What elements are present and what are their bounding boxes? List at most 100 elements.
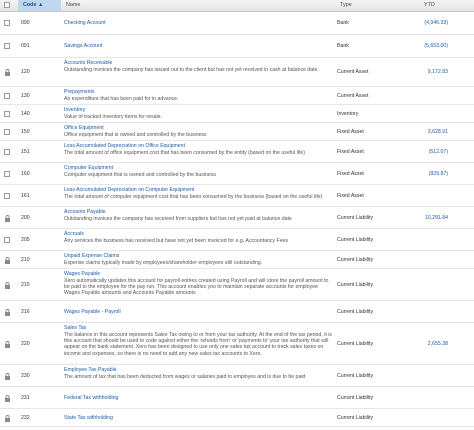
account-name-link[interactable]: Federal Tax withholding xyxy=(64,395,334,402)
account-code: 091 xyxy=(21,43,30,49)
ytd-balance[interactable]: (4,946.33) xyxy=(424,20,448,26)
account-name-link[interactable]: State Tax withholding xyxy=(64,415,334,422)
account-name-link[interactable]: Accounts Receivable xyxy=(64,60,334,67)
account-name-cell: Computer Equipment Computer equipment tha… xyxy=(64,165,334,178)
account-name-link[interactable]: Wages Payable - Payroll xyxy=(64,309,334,316)
account-code: 220 xyxy=(21,341,30,347)
account-type: Current Liability xyxy=(337,415,374,421)
row-checkbox[interactable] xyxy=(4,111,10,117)
account-code: 140 xyxy=(21,111,30,117)
account-code: 200 xyxy=(21,215,30,221)
table-row[interactable]: 231 Federal Tax withholding Current Liabil… xyxy=(0,387,474,409)
account-name-link[interactable]: Sales Tax xyxy=(64,325,334,332)
account-description: The balance in this account represents S… xyxy=(64,332,332,357)
account-type: Fixed Asset xyxy=(337,149,364,155)
account-description: Expense claims typically made by employe… xyxy=(64,260,263,266)
row-checkbox[interactable] xyxy=(4,149,10,155)
table-row[interactable]: 090 Checking Account Bank (4,946.33) xyxy=(0,12,474,35)
account-name-link[interactable]: Less Accumulated Depreciation on Office … xyxy=(64,143,334,150)
select-all-checkbox[interactable] xyxy=(4,2,10,8)
lock-icon xyxy=(4,69,11,76)
account-type: Bank xyxy=(337,43,349,49)
account-name-link[interactable]: Accruals xyxy=(64,231,334,238)
ytd-balance[interactable]: 2,655.38 xyxy=(428,341,448,347)
account-description: Any services the business has received b… xyxy=(64,238,289,244)
account-description: The total amount of office equipment cos… xyxy=(64,150,305,156)
ytd-balance[interactable]: 10,291.84 xyxy=(425,215,448,221)
row-checkbox[interactable] xyxy=(4,171,10,177)
ytd-column-header[interactable]: YTD xyxy=(424,0,435,11)
grid-header: Code ▲ Name Type YTD xyxy=(0,0,474,12)
row-checkbox[interactable] xyxy=(4,193,10,199)
account-type: Current Liability xyxy=(337,395,374,401)
account-name-link[interactable]: Prepayments xyxy=(64,89,334,96)
row-checkbox[interactable] xyxy=(4,93,10,99)
table-row[interactable]: 215 Wages Payable Xero automatically updat… xyxy=(0,269,474,301)
account-description: The amount of tax that has been deducted… xyxy=(64,374,306,380)
account-code: 161 xyxy=(21,193,30,199)
account-name-link[interactable]: Employee Tax Payable xyxy=(64,367,334,374)
ytd-balance[interactable]: (5,653.00) xyxy=(424,43,448,49)
ytd-balance[interactable]: 3,628.91 xyxy=(428,129,448,135)
account-name-cell: Accruals Any services the business has re… xyxy=(64,231,334,244)
account-type: Fixed Asset xyxy=(337,129,364,135)
row-checkbox[interactable] xyxy=(4,129,10,135)
account-name-cell: Wages Payable Xero automatically updates … xyxy=(64,271,334,297)
accounts-grid: Code ▲ Name Type YTD 090 Checking Account… xyxy=(0,0,474,427)
account-code: 215 xyxy=(21,282,30,288)
table-row[interactable]: 091 Savings Account Bank (5,653.00) xyxy=(0,35,474,58)
account-description: The total amount of computer equipment c… xyxy=(64,194,323,200)
ytd-balance[interactable]: (829.87) xyxy=(429,171,448,177)
table-row[interactable]: 140 Inventory Value of tracked inventory i… xyxy=(0,105,474,123)
account-code: 120 xyxy=(21,69,30,75)
account-name-link[interactable]: Checking Account xyxy=(64,20,334,27)
account-name-link[interactable]: Office Equipment xyxy=(64,125,334,132)
account-type: Current Liability xyxy=(337,373,374,379)
table-row[interactable]: 205 Accruals Any services the business has… xyxy=(0,229,474,251)
account-name-link[interactable]: Computer Equipment xyxy=(64,165,334,172)
account-name-cell: State Tax withholding xyxy=(64,415,334,422)
row-checkbox[interactable] xyxy=(4,237,10,243)
account-code: 231 xyxy=(21,395,30,401)
table-row[interactable]: 210 Unpaid Expense Claims Expense claims t… xyxy=(0,251,474,269)
account-type: Current Liability xyxy=(337,257,374,263)
table-row[interactable]: 200 Accounts Payable Outstanding invoices … xyxy=(0,207,474,229)
account-code: 210 xyxy=(21,257,30,263)
table-row[interactable]: 120 Accounts Receivable Outstanding invoic… xyxy=(0,58,474,87)
account-code: 150 xyxy=(21,129,30,135)
table-row[interactable]: 230 Employee Tax Payable The amount of tax… xyxy=(0,365,474,387)
table-row[interactable]: 220 Sales Tax The balance in this account … xyxy=(0,323,474,365)
account-type: Current Asset xyxy=(337,93,369,99)
account-name-cell: Accounts Receivable Outstanding invoices … xyxy=(64,60,334,73)
account-name-link[interactable]: Savings Account xyxy=(64,43,334,50)
account-description: Value of tracked inventory items for res… xyxy=(64,114,162,120)
account-description: An expenditure that has been paid for in… xyxy=(64,96,179,102)
table-row[interactable]: 232 State Tax withholding Current Liabilit… xyxy=(0,409,474,427)
account-name-link[interactable]: Less Accumulated Depreciation on Compute… xyxy=(64,187,334,194)
account-name-link[interactable]: Inventory xyxy=(64,107,334,114)
account-code: 232 xyxy=(21,415,30,421)
code-header-label: Code xyxy=(23,2,37,8)
ytd-balance[interactable]: 9,172.83 xyxy=(428,69,448,75)
table-row[interactable]: 216 Wages Payable - Payroll Current Liabil… xyxy=(0,301,474,323)
table-row[interactable]: 150 Office Equipment Office equipment that… xyxy=(0,123,474,141)
account-name-link[interactable]: Wages Payable xyxy=(64,271,334,278)
account-name-cell: Employee Tax Payable The amount of tax th… xyxy=(64,367,334,380)
account-code: 205 xyxy=(21,237,30,243)
type-column-header[interactable]: Type xyxy=(340,0,352,11)
account-description: Outstanding invoices the company has rec… xyxy=(64,216,292,222)
account-name-link[interactable]: Unpaid Expense Claims xyxy=(64,253,334,260)
table-row[interactable]: 160 Computer Equipment Computer equipment … xyxy=(0,163,474,185)
table-row[interactable]: 130 Prepayments An expenditure that has be… xyxy=(0,87,474,105)
table-row[interactable]: 151 Less Accumulated Depreciation on Offi… xyxy=(0,141,474,163)
account-type: Fixed Asset xyxy=(337,171,364,177)
row-checkbox[interactable] xyxy=(4,43,10,49)
account-name-link[interactable]: Accounts Payable xyxy=(64,209,334,216)
account-type: Inventory xyxy=(337,111,359,117)
name-column-header[interactable]: Name xyxy=(66,0,80,11)
account-name-cell: Less Accumulated Depreciation on Compute… xyxy=(64,187,334,200)
ytd-balance[interactable]: (512.07) xyxy=(429,149,448,155)
table-row[interactable]: 161 Less Accumulated Depreciation on Comp… xyxy=(0,185,474,207)
row-checkbox[interactable] xyxy=(4,20,10,26)
code-column-header[interactable]: Code ▲ xyxy=(23,0,43,11)
